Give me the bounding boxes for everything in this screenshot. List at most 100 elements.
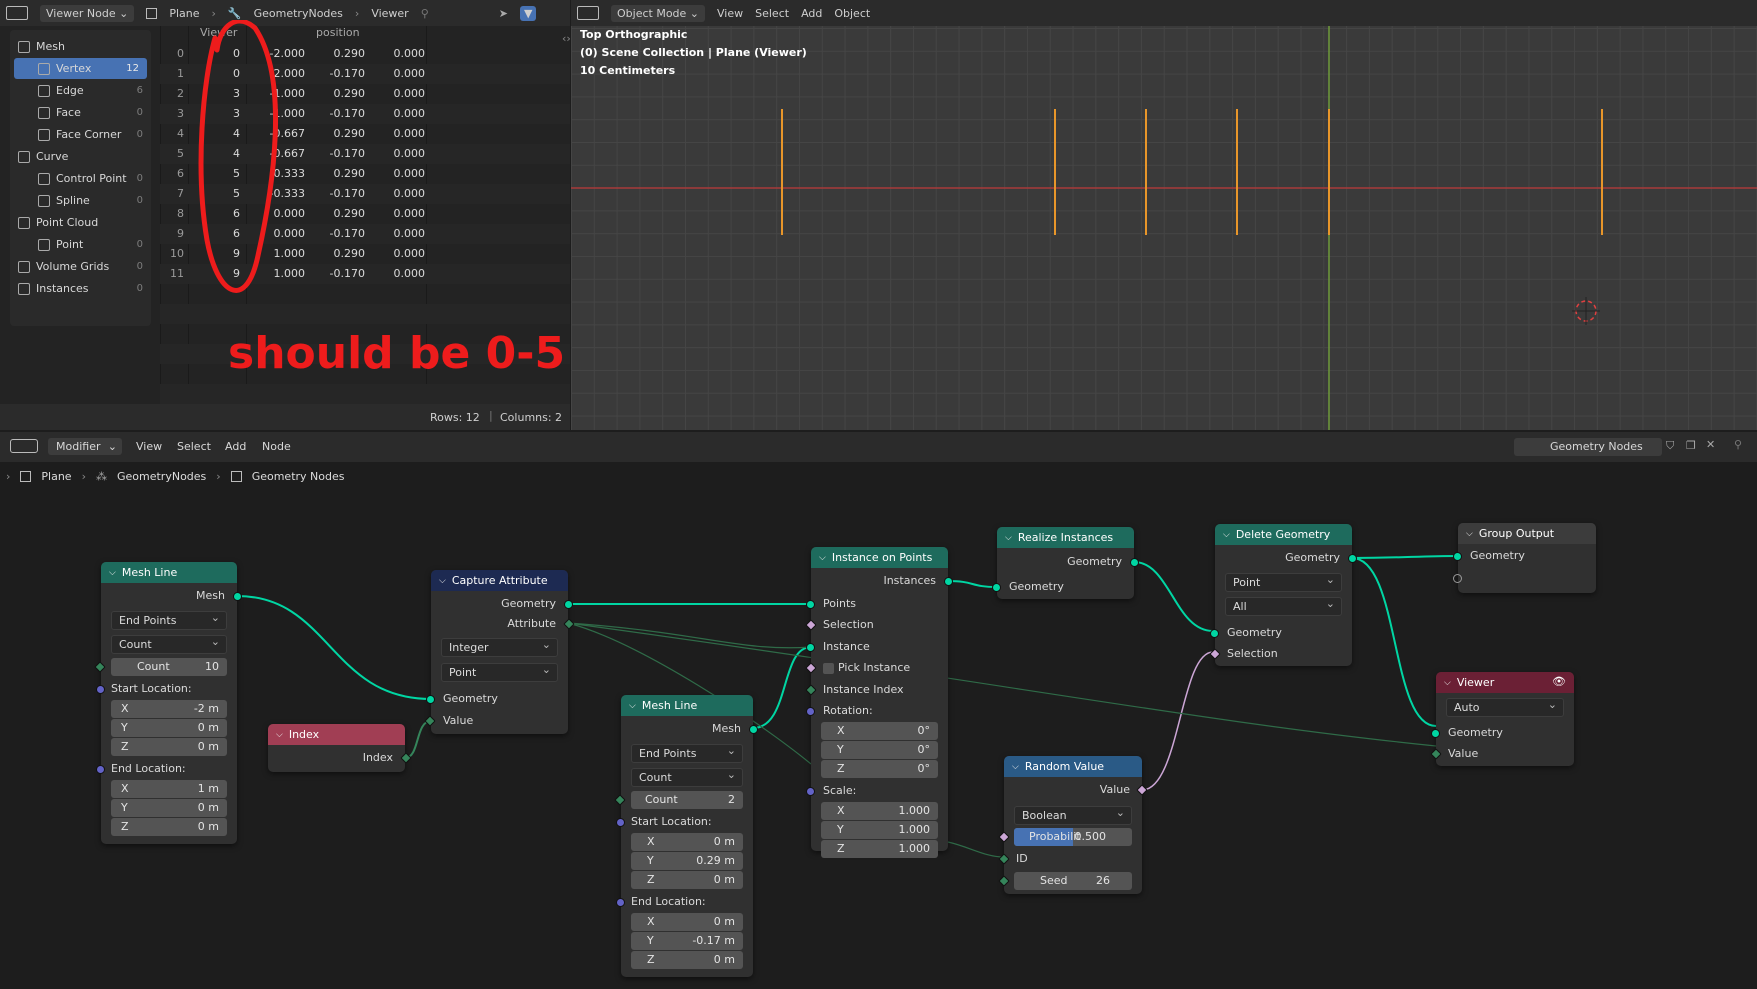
view3d-editor-icon[interactable] — [577, 6, 599, 20]
end-y-field[interactable]: Y 0 m — [111, 799, 227, 817]
node-random-value[interactable]: ⌵ Random Value Value Boolean Probabilit 0… — [998, 756, 1148, 894]
node-header[interactable]: ⌵ Viewer 👁 — [1436, 672, 1574, 693]
end-x-field[interactable]: X 0 m — [631, 913, 743, 931]
start-x-field[interactable]: X 0 m — [631, 833, 743, 851]
node-realize-instances[interactable]: ⌵ Realize Instances Geometry Geometry — [992, 527, 1139, 599]
node-header[interactable]: ⌵ Capture Attribute — [431, 570, 568, 591]
socket-geometry-out[interactable] — [564, 600, 573, 609]
node-header[interactable]: ⌵ Random Value — [1004, 756, 1142, 777]
node-header[interactable]: ⌵ Instance on Points — [811, 547, 948, 568]
mode-dropdown[interactable]: End Points — [111, 609, 227, 630]
node-header[interactable]: ⌵ Realize Instances — [997, 527, 1134, 548]
pin-icon[interactable]: ⚲ — [1734, 438, 1742, 451]
domain-dropdown[interactable]: Point — [1225, 571, 1342, 592]
start-y-field[interactable]: Y 0 m — [111, 719, 227, 737]
collapse-icon[interactable]: ⌵ — [276, 730, 283, 740]
node-header[interactable]: ⌵ Mesh Line — [101, 562, 237, 583]
eye-icon[interactable]: 👁 — [1552, 675, 1566, 688]
count-field[interactable]: Count 10 — [111, 658, 227, 676]
socket-instance-in[interactable] — [806, 643, 815, 652]
node-viewer[interactable]: ⌵ Viewer 👁 Auto Geometry Value — [1430, 672, 1574, 766]
socket-empty-in[interactable] — [1453, 574, 1462, 583]
end-x-field[interactable]: X 1 m — [111, 780, 227, 798]
menu-add[interactable]: Add — [801, 7, 822, 20]
node-capture-attribute[interactable]: ⌵ Capture Attribute Geometry Attribute In… — [424, 570, 575, 734]
type-dropdown[interactable]: Integer — [441, 636, 558, 657]
node-delete-geometry[interactable]: ⌵ Delete Geometry Geometry Point All Geom… — [1209, 524, 1357, 666]
collapse-arrows-icon[interactable]: ‹› — [562, 32, 571, 45]
node-menu-add[interactable]: Add — [225, 440, 246, 453]
menu-select[interactable]: Select — [755, 7, 789, 20]
socket-start-in[interactable] — [96, 685, 105, 694]
crumb-geometrynodes[interactable]: GeometryNodes — [117, 470, 206, 483]
collapse-icon[interactable]: ⌵ — [439, 576, 446, 586]
socket-geometry-out[interactable] — [1348, 554, 1357, 563]
menu-view[interactable]: View — [717, 7, 743, 20]
domain-dropdown[interactable]: Point — [441, 661, 558, 682]
socket-geometry-in[interactable] — [1210, 629, 1219, 638]
modifier-dropdown[interactable]: Modifier ⌄ — [48, 438, 122, 455]
socket-geometry-in[interactable] — [1431, 729, 1440, 738]
pin-icon[interactable]: ⚲ — [421, 7, 429, 20]
socket-geometry-out[interactable] — [1130, 558, 1139, 567]
breadcrumb-viewer[interactable]: Viewer — [371, 7, 408, 20]
collapse-icon[interactable]: ⌵ — [1012, 762, 1019, 772]
node-instance-on-points[interactable]: ⌵ Instance on Points Instances Points Sel… — [805, 547, 953, 858]
socket-instances-out[interactable] — [944, 577, 953, 586]
mode-dropdown[interactable]: All — [1225, 595, 1342, 616]
scale-x-field[interactable]: X 1.000 — [821, 802, 938, 820]
crumb-geometry-nodes[interactable]: Geometry Nodes — [252, 470, 345, 483]
node-header[interactable]: ⌵ Group Output — [1458, 523, 1596, 544]
rotation-x-field[interactable]: X 0° — [821, 722, 938, 740]
socket-start-in[interactable] — [616, 818, 625, 827]
end-z-field[interactable]: Z 0 m — [631, 951, 743, 969]
collapse-icon[interactable]: ⌵ — [1444, 678, 1451, 688]
rotation-y-field[interactable]: Y 0° — [821, 741, 938, 759]
collapse-icon[interactable]: ⌵ — [819, 553, 826, 563]
node-menu-select[interactable]: Select — [177, 440, 211, 453]
breadcrumb-geometrynodes[interactable]: GeometryNodes — [254, 7, 343, 20]
socket-rotation-in[interactable] — [806, 707, 815, 716]
object-mode-dropdown[interactable]: Object Mode ⌄ — [611, 4, 706, 22]
node-header[interactable]: ⌵ Mesh Line — [621, 695, 753, 716]
node-menu-view[interactable]: View — [136, 440, 162, 453]
menu-object[interactable]: Object — [834, 7, 870, 20]
end-z-field[interactable]: Z 0 m — [111, 818, 227, 836]
scale-y-field[interactable]: Y 1.000 — [821, 821, 938, 839]
breadcrumb-plane[interactable]: Plane — [169, 7, 199, 20]
end-y-field[interactable]: Y -0.17 m — [631, 932, 743, 950]
duplicate-icon[interactable]: ❐ — [1686, 439, 1696, 452]
node-group-output[interactable]: ⌵ Group Output Geometry — [1453, 523, 1596, 593]
pick-instance-checkbox[interactable] — [823, 663, 834, 674]
collapse-icon[interactable]: ⌵ — [629, 701, 636, 711]
scale-z-field[interactable]: Z 1.000 — [821, 840, 938, 858]
mode-dropdown[interactable]: End Points — [631, 742, 743, 763]
count-mode-dropdown[interactable]: Count — [631, 766, 743, 787]
type-dropdown[interactable]: Boolean — [1014, 804, 1132, 825]
rotation-z-field[interactable]: Z 0° — [821, 760, 938, 778]
editor-type-icon[interactable] — [6, 6, 28, 20]
socket-end-in[interactable] — [96, 765, 105, 774]
probability-slider[interactable]: Probabilit 0.500 — [1014, 828, 1132, 846]
viewer-node-dropdown[interactable]: Viewer Node ⌄ — [40, 4, 135, 22]
3d-viewport[interactable]: Top Orthographic (0) Scene Collection | … — [571, 26, 1757, 430]
start-z-field[interactable]: Z 0 m — [631, 871, 743, 889]
domain-dropdown[interactable]: Auto — [1446, 696, 1564, 717]
count-field[interactable]: Count 2 — [631, 791, 743, 809]
socket-geometry-in[interactable] — [992, 583, 1001, 592]
crumb-plane[interactable]: Plane — [41, 470, 71, 483]
collapse-icon[interactable]: ⌵ — [1223, 530, 1230, 540]
node-menu-node[interactable]: Node — [262, 440, 291, 453]
socket-end-in[interactable] — [616, 898, 625, 907]
socket-mesh-out[interactable] — [233, 592, 242, 601]
column-header-position[interactable]: position — [316, 26, 360, 44]
node-editor-canvas[interactable]: › Plane › ⁂ GeometryNodes › Geometry Nod… — [0, 462, 1757, 989]
selected-only-icon[interactable]: ➤ — [499, 7, 508, 20]
node-index[interactable]: ⌵ Index Index — [268, 724, 412, 772]
socket-points-in[interactable] — [806, 600, 815, 609]
fake-user-shield-icon[interactable]: ⛉ — [1666, 439, 1674, 453]
filter-icon[interactable]: ▼ — [520, 5, 537, 21]
collapse-icon[interactable]: ⌵ — [1005, 533, 1012, 543]
socket-geometry-in[interactable] — [1453, 552, 1462, 561]
node-tree-selector[interactable]: Geometry Nodes — [1514, 438, 1662, 456]
